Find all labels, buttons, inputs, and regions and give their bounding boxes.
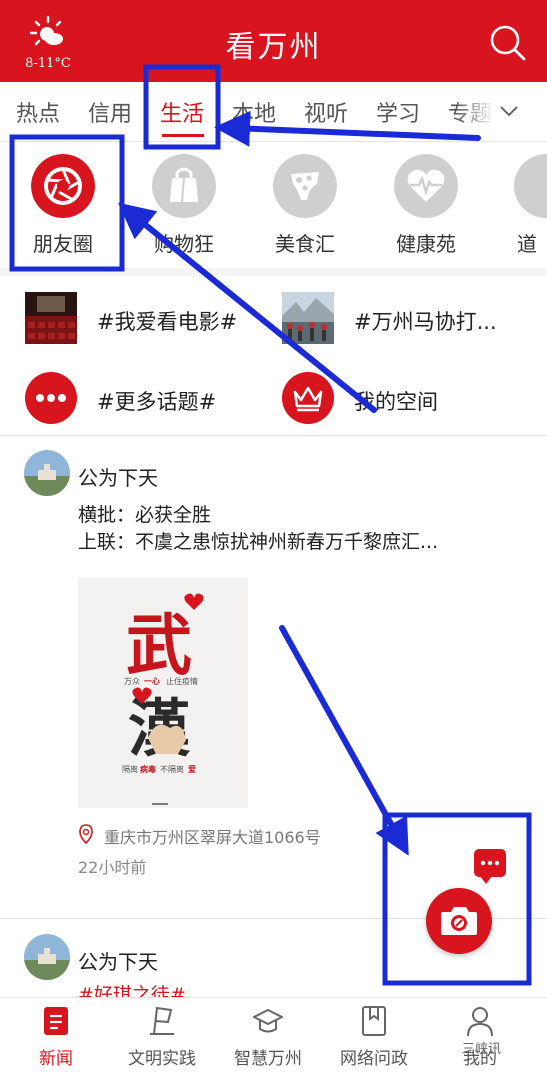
topic-label: #更多话题# — [97, 390, 217, 414]
runners-photo — [282, 292, 334, 344]
nav-mine[interactable]: 我的 — [427, 1004, 533, 1069]
topic-marathon[interactable]: #万州马协打... — [282, 292, 522, 352]
poster-slogan-2d: 爱 — [188, 764, 196, 774]
category-label: 购物狂 — [154, 232, 214, 256]
location-text: 重庆市万州区翠屏大道1066号 — [104, 828, 321, 847]
nav-smart-wanzhou[interactable]: 智慧万州 — [215, 1004, 321, 1069]
crown-icon — [282, 372, 334, 424]
shopping-bag-icon — [152, 154, 216, 218]
topic-label: 我的空间 — [354, 390, 438, 414]
tab-credit[interactable]: 信用 — [88, 96, 132, 128]
poster-char-1: 武 — [126, 606, 192, 684]
topic-label: #万州马协打... — [354, 310, 497, 334]
post-text-line: 上联：不虞之患惊扰神州新春万千黎庶汇... — [78, 531, 439, 553]
tab-local[interactable]: 本地 — [232, 96, 276, 128]
post-text-line: 横批：必获全胜 — [78, 504, 212, 526]
poster-slogan-1c: 止住疫情 — [166, 676, 198, 686]
active-tab-indicator — [162, 134, 204, 137]
bottom-nav: 新闻 文明实践 智慧万州 网络问政 我的 — [0, 997, 547, 1075]
topic-label: #我爱看电影# — [97, 310, 238, 334]
camera-aperture-icon — [31, 154, 95, 218]
bookmark-icon — [362, 1006, 386, 1036]
nav-label: 新闻 — [39, 1049, 73, 1069]
channel-tabs: 热点 信用 生活 本地 视听 学习 专题 — [0, 82, 547, 142]
heart-pulse-icon — [394, 154, 458, 218]
nav-civilization[interactable]: 文明实践 — [109, 1004, 215, 1069]
nav-online-politics[interactable]: 网络问政 — [321, 1004, 427, 1069]
post-author[interactable]: 公为下天 — [78, 462, 158, 491]
topic-more[interactable]: #更多话题# — [25, 372, 265, 432]
post-author[interactable]: 公为下天 — [78, 946, 158, 975]
app-title: 看万州 — [225, 30, 322, 65]
arrow-to-camera — [279, 625, 409, 856]
avatar[interactable] — [24, 450, 70, 496]
poster-slogan-2a: 隔离 — [122, 764, 138, 774]
category-row: 朋友圈 购物狂 美食汇 健康苑 道 — [0, 142, 547, 276]
food-icon — [273, 154, 337, 218]
category-label: 道 — [517, 232, 537, 256]
search-icon[interactable] — [487, 22, 527, 62]
user-icon — [467, 1007, 493, 1037]
tab-hot[interactable]: 热点 — [16, 96, 60, 128]
chevron-down-icon[interactable] — [498, 100, 520, 122]
camera-icon — [441, 907, 477, 935]
my-space[interactable]: 我的空间 — [282, 372, 522, 432]
news-icon — [44, 1007, 68, 1035]
category-shopping[interactable]: 购物狂 — [134, 154, 234, 257]
post-camera-button[interactable] — [426, 888, 492, 954]
post-image[interactable]: 漢 武 万众 一心 止住疫情 隔离 病毒 不隔离 爱 — [78, 578, 248, 808]
poster-slogan-2b: 病毒 — [140, 764, 156, 774]
flag-icon — [150, 1006, 174, 1035]
tab-fade — [455, 82, 495, 140]
topic-movies[interactable]: #我爱看电影# — [25, 292, 265, 352]
category-food[interactable]: 美食汇 — [255, 154, 355, 257]
poster-slogan-1a: 万众 — [124, 677, 140, 686]
post-hashtag[interactable]: #好琪之徒# — [78, 980, 186, 997]
location-pin-icon — [79, 824, 93, 844]
wuhan-poster-art: 漢 武 万众 一心 止住疫情 隔离 病毒 不隔离 爱 — [78, 578, 248, 808]
app-header: 8-11°C 看万州 — [0, 0, 547, 82]
nav-label: 智慧万州 — [234, 1049, 302, 1069]
cinema-photo — [25, 292, 77, 344]
tab-life[interactable]: 生活 — [160, 96, 204, 128]
message-bubble-button[interactable] — [474, 849, 506, 884]
more-dots-icon — [25, 372, 77, 424]
category-more[interactable]: 道 — [497, 154, 547, 257]
category-moments[interactable]: 朋友圈 — [13, 154, 113, 257]
nav-label: 文明实践 — [128, 1049, 196, 1069]
watermark: 三峡讯 — [462, 1042, 502, 1057]
tab-study[interactable]: 学习 — [376, 96, 420, 128]
avatar[interactable] — [24, 934, 70, 980]
tab-video[interactable]: 视听 — [304, 96, 348, 128]
category-label: 健康苑 — [396, 232, 456, 256]
graduation-cap-icon — [253, 1009, 283, 1033]
app-screen: 8-11°C 看万州 热点 信用 生活 本地 视听 学习 专题 — [0, 0, 547, 1075]
more-category-icon — [514, 154, 547, 218]
category-label: 朋友圈 — [33, 232, 93, 256]
post-time: 22小时前 — [78, 858, 147, 877]
poster-slogan-1b: 一心 — [144, 676, 160, 686]
category-label: 美食汇 — [275, 232, 335, 256]
section-divider — [0, 435, 547, 436]
nav-label: 网络问政 — [340, 1049, 408, 1069]
category-health[interactable]: 健康苑 — [376, 154, 476, 257]
nav-news[interactable]: 新闻 — [3, 1004, 109, 1069]
chat-dots-icon — [480, 860, 500, 866]
poster-slogan-2c: 不隔离 — [160, 764, 184, 774]
